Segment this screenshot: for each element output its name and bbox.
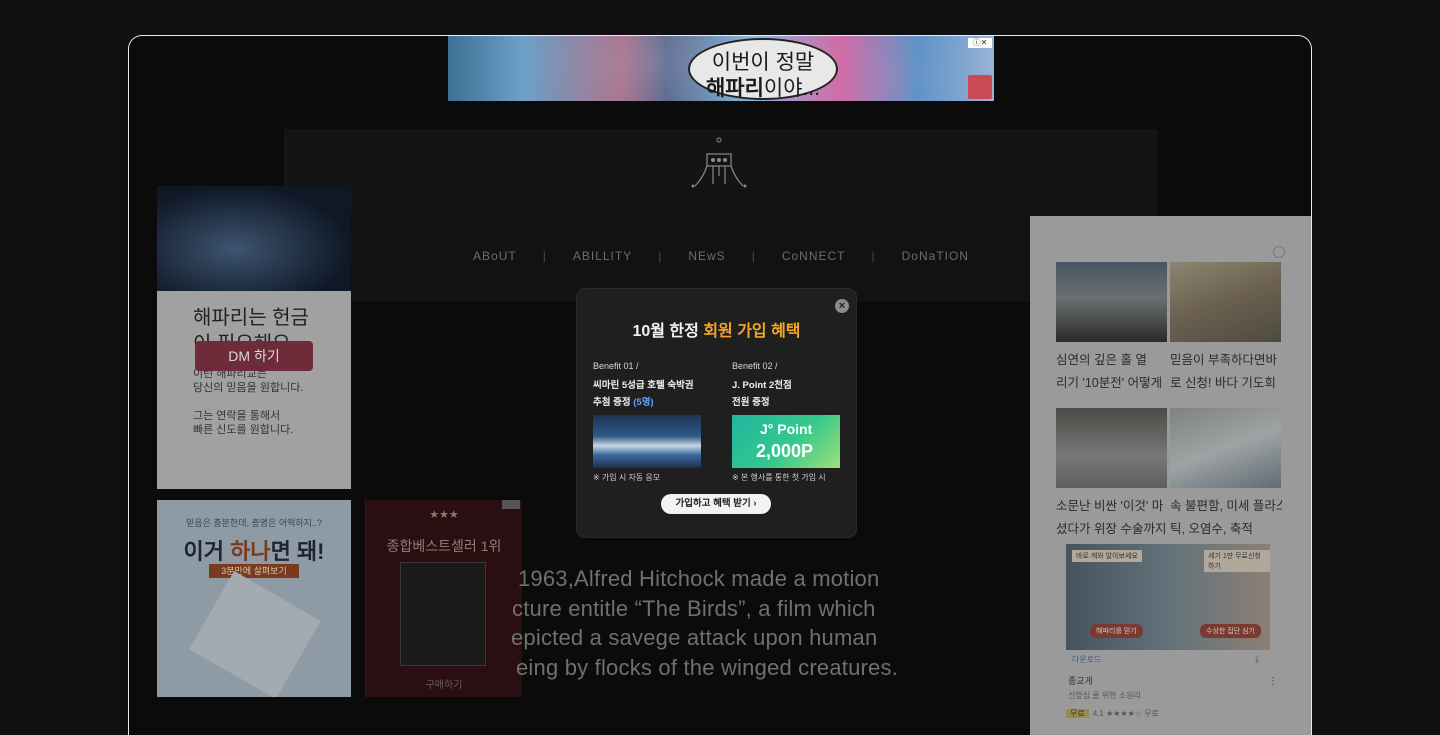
benefit-note: ※ 본 행사를 통한 첫 가입 시 — [732, 473, 826, 482]
nav-news[interactable]: NEwS — [688, 249, 725, 263]
app-subtitle: 신앙심 쿨 위한 소원리 — [1068, 691, 1141, 700]
ad2-headline: 이거 하나면 돼! — [183, 539, 325, 564]
card-text[interactable]: 속 불편함, 미세 플라스 틱, 오염수, 축적 — [1170, 495, 1282, 541]
ad2-sub-button[interactable]: 3분만에 살펴보기 — [209, 564, 299, 578]
banner-pill: 세기 1만 무료신청하기 — [1204, 550, 1270, 572]
book-cover-image — [400, 562, 486, 666]
article-line: eing by flocks of the winged creatures. — [516, 654, 899, 680]
jpoint-brand: J° Point — [760, 421, 813, 437]
left-ad-body: 해파리는 헌금 이 필요해요 이런 해파리교는당신의 믿음을 원합니다. 그는 … — [157, 291, 351, 489]
popup-title: 10월 한정 회원 가입 혜택 — [632, 323, 801, 340]
banner-button[interactable]: 수상한 집단 심기 — [1200, 624, 1261, 638]
signup-popup: × 10월 한정 회원 가입 혜택 Benefit 01 / 씨마린 5성급 호… — [577, 289, 856, 537]
benefit-desc: J. Point 2천점 전원 증정 — [732, 380, 792, 408]
top-ad-banner[interactable]: 이번이 정말 해파리이야... ⓘ✕ — [448, 36, 994, 101]
nav-separator: | — [542, 249, 547, 263]
download-icon[interactable]: ⤓ — [1255, 654, 1259, 665]
ad-choices-icon[interactable]: ⓘ✕ — [968, 38, 992, 48]
dm-button[interactable]: DM 하기 — [195, 341, 313, 371]
benefit-note: ※ 가입 시 자동 응모 — [593, 473, 661, 482]
download-link[interactable]: 다운로드 — [1072, 654, 1101, 665]
right-ad-column: 심연의 깊은 홀 열 리기 '10분전' 어떻게 믿음이 부족하다면바 로 신청! … — [1030, 216, 1311, 735]
paper-image — [189, 571, 321, 697]
main-nav: ABoUT | ABILLITY | NEwS | CoNNECT | DoNa… — [284, 212, 1158, 300]
benefit-1: Benefit 01 / 씨마린 5성급 호텔 숙박권 추첨 증정 (5명) ※… — [593, 361, 713, 483]
article-line: cture entitle “The Birds”, a film which — [512, 595, 876, 621]
card-text[interactable]: 소문난 비싼 '이것' 마 셨다가 위장 수술까지 — [1056, 495, 1168, 541]
site-logo-icon[interactable] — [689, 136, 749, 192]
nav-separator: | — [871, 249, 876, 263]
left-ad-book[interactable]: ★★★ 종합베스트셀러 1위 구매하기 — [365, 500, 522, 697]
browser-frame: 이번이 정말 해파리이야... ⓘ✕ ABoUT | ABILLITY | NE… — [128, 35, 1312, 735]
ad-brand-icon — [968, 75, 992, 99]
benefit-2: Benefit 02 / J. Point 2천점 전원 증정 J° Point… — [732, 361, 852, 483]
speech-bubble: 이번이 정말 해파리이야... — [688, 38, 838, 100]
benefit-label: Benefit 02 / — [732, 361, 778, 371]
hotel-image — [593, 415, 701, 468]
ad-text-1: 이런 해파리교는 당신의 믿음을 원합니다. — [193, 368, 304, 394]
left-ad-document[interactable]: 믿음은 충분한데, 증명은 어떡하지..? 이거 하나면 돼! 3분만에 살펴보… — [157, 500, 351, 697]
card-image[interactable] — [1170, 408, 1281, 488]
ad3-stars: ★★★ — [429, 509, 459, 521]
card-text[interactable]: 믿음이 부족하다면바 로 신청! 바다 기도회 — [1170, 349, 1282, 395]
nav-connect[interactable]: CoNNECT — [782, 249, 846, 263]
close-icon[interactable]: × — [835, 299, 849, 313]
article-line: epicted a savege attack upon human — [511, 625, 878, 650]
nav-ability[interactable]: ABILLITY — [573, 249, 632, 263]
more-options-icon[interactable]: ⋮ — [1268, 676, 1278, 687]
ad-headline-1: 해파리는 헌금 — [193, 307, 309, 329]
card-image[interactable] — [1170, 262, 1281, 342]
ad-info-icon[interactable] — [1273, 246, 1285, 258]
nav-donation[interactable]: DoNaTION — [902, 249, 969, 263]
signup-button[interactable]: 가입하고 혜택 받기 › — [661, 494, 771, 514]
article-text: 1963,Alfred Hitchock made a motion cture… — [511, 564, 958, 682]
app-rating: 무료 4.1 ★★★★☆ 무료 — [1066, 708, 1159, 719]
jellyfish-image — [157, 186, 351, 291]
left-ad-jellyfish[interactable]: 해파리는 헌금 이 필요해요 이런 해파리교는당신의 믿음을 원합니다. 그는 … — [157, 186, 351, 489]
nav-about[interactable]: ABoUT — [473, 249, 517, 263]
article-line: 1963,Alfred Hitchock made a motion — [518, 566, 880, 591]
jpoint-amount: 2,000P — [756, 441, 814, 461]
benefit-desc: 씨마린 5성급 호텔 숙박권 추첨 증정 (5명) — [593, 380, 694, 408]
nav-separator: | — [751, 249, 756, 263]
card-image[interactable] — [1056, 408, 1167, 488]
ad-line2: 해파리이야... — [705, 77, 821, 100]
jpoint-image: J° Point 2,000P — [732, 415, 840, 468]
card-image[interactable] — [1056, 262, 1167, 342]
benefit-label: Benefit 01 / — [593, 361, 639, 371]
ad-text-2: 그는 연락을 통해서 빠른 신도를 원합니다. — [193, 410, 294, 436]
app-banner-image[interactable]: 바로 캐와 알아보세요 세기 1만 무료신청하기 해파리를 믿기 수상한 집단 … — [1066, 544, 1270, 650]
ad3-title: 종합베스트셀러 1위 — [386, 538, 502, 554]
app-name: 종교게 — [1068, 676, 1093, 686]
banner-pill: 바로 캐와 알아보세요 — [1072, 550, 1142, 562]
ad2-small-text: 믿음은 충분한데, 증명은 어떡하지..? — [186, 518, 322, 528]
banner-button[interactable]: 해파리를 믿기 — [1090, 624, 1143, 638]
buy-link[interactable]: 구매하기 — [366, 676, 522, 691]
nav-separator: | — [658, 249, 663, 263]
card-text[interactable]: 심연의 깊은 홀 열 리기 '10분전' 어떻게 — [1056, 349, 1168, 395]
